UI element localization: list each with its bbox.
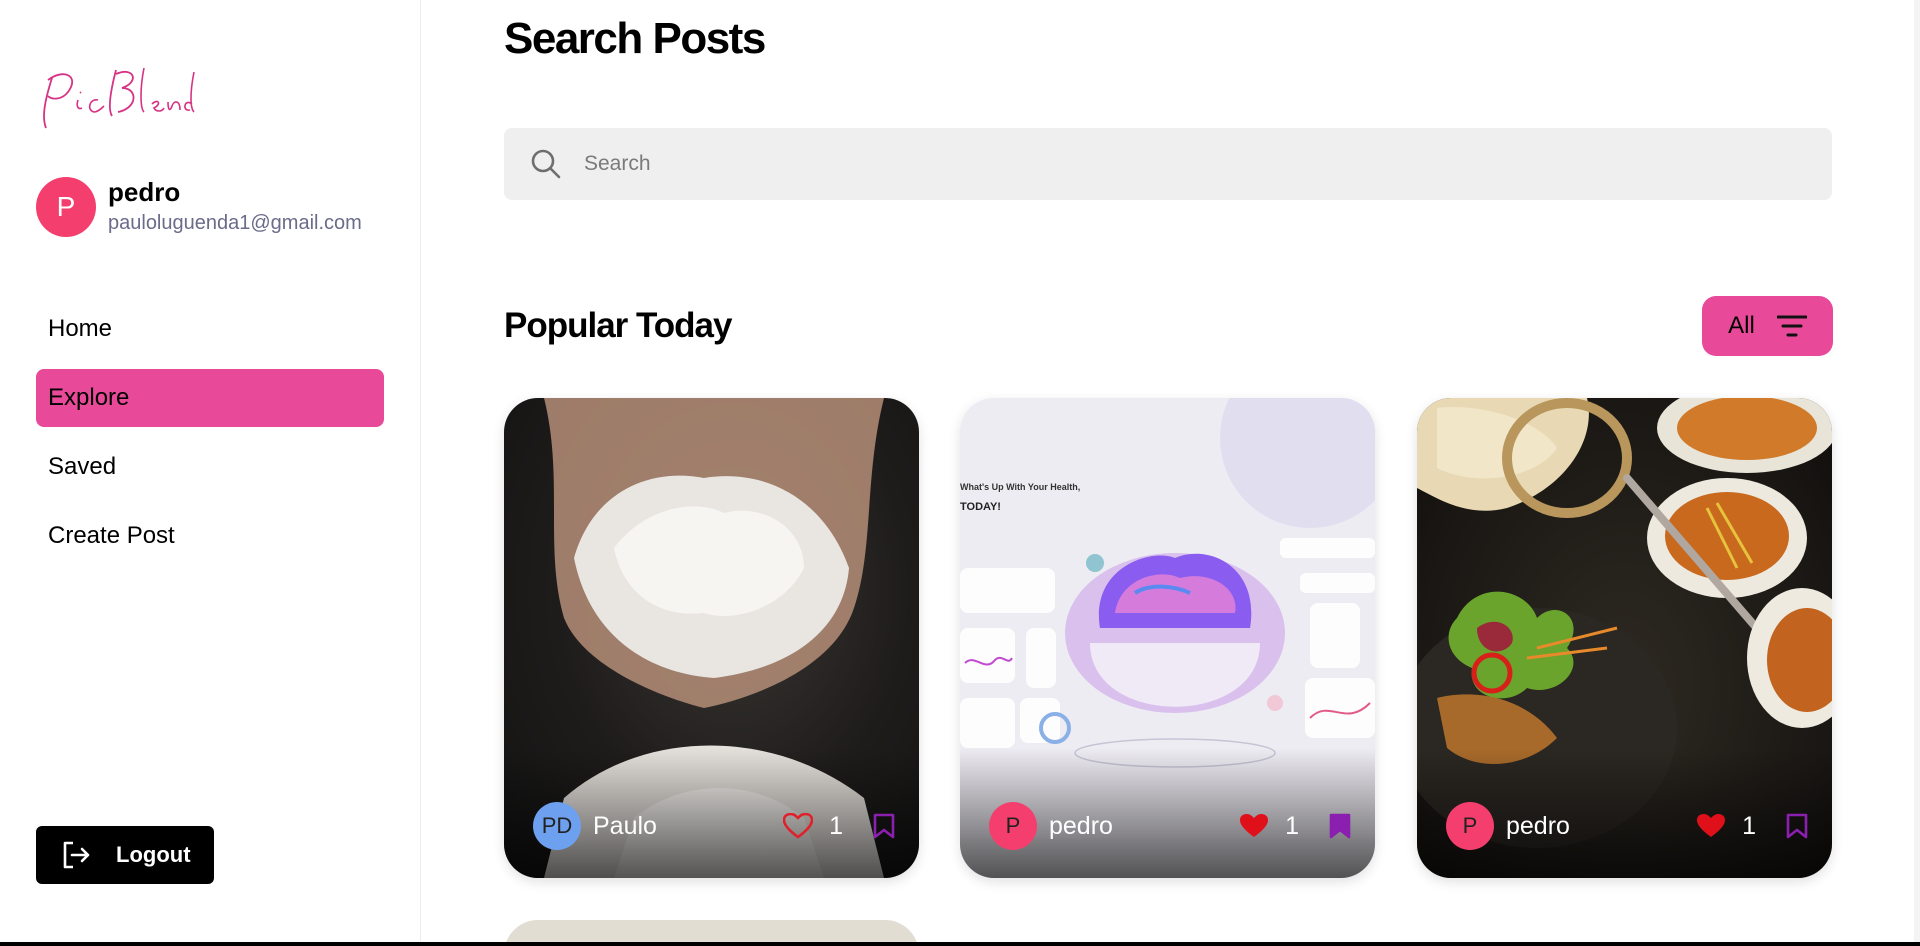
author-avatar[interactable]: PD [533,802,581,850]
search-icon [531,149,561,179]
user-email: pauloluguenda1@gmail.com [108,212,362,234]
logout-icon [63,841,90,869]
author-name[interactable]: pedro [1049,812,1239,841]
user-name: pedro [108,177,181,207]
search-bar[interactable] [504,128,1832,200]
section-title: Popular Today [504,306,732,345]
sidebar-item-home[interactable]: Home [36,300,384,358]
author-avatar[interactable]: P [1446,802,1494,850]
like-count: 1 [1742,811,1756,840]
logout-button[interactable]: Logout [36,826,214,884]
sidebar: P pedro pauloluguenda1@gmail.com Home Ex… [0,0,421,946]
window-bottom-edge [0,942,1920,946]
svg-text:What's Up With Your Health,: What's Up With Your Health, [960,482,1080,492]
like-count: 1 [829,811,843,840]
heart-filled-icon[interactable] [1239,813,1269,839]
author-avatar[interactable]: P [989,802,1037,850]
profile-info: pedro pauloluguenda1@gmail.com [108,177,362,237]
bookmark-outline-icon[interactable] [873,813,895,839]
heart-filled-icon[interactable] [1696,813,1726,839]
post-card[interactable]: P pedro 1 [1417,398,1832,878]
svg-text:TODAY!: TODAY! [960,501,1001,513]
page-title: Search Posts [504,14,766,63]
post-card[interactable]: What's Up With Your Health, TODAY! P ped… [960,398,1375,878]
logout-label: Logout [116,842,191,867]
heart-outline-icon[interactable] [783,813,814,839]
search-input[interactable] [584,152,1784,176]
author-name[interactable]: pedro [1506,812,1696,841]
filter-label: All [1728,312,1755,339]
filter-icon [1776,315,1807,337]
sidebar-item-create-post[interactable]: Create Post [36,507,384,565]
sidebar-item-explore[interactable]: Explore [36,369,384,427]
bookmark-outline-icon[interactable] [1786,813,1808,839]
author-name[interactable]: Paulo [593,812,783,841]
sidebar-item-saved[interactable]: Saved [36,438,384,496]
sidebar-nav: Home Explore Saved Create Post [36,300,384,576]
post-footer: P pedro 1 [989,802,1351,850]
post-footer: PD Paulo 1 [533,802,895,850]
like-group: 1 [1239,812,1329,841]
avatar: P [36,177,96,237]
app-logo[interactable] [34,48,204,138]
user-profile[interactable]: P pedro pauloluguenda1@gmail.com [36,177,362,237]
filter-button[interactable]: All [1702,296,1833,356]
bookmark-filled-icon[interactable] [1329,813,1351,839]
post-footer: P pedro 1 [1446,802,1808,850]
main-content: Search Posts Popular Today All [421,0,1920,946]
app: P pedro pauloluguenda1@gmail.com Home Ex… [0,0,1920,946]
like-group: 1 [783,812,873,841]
like-group: 1 [1696,812,1786,841]
like-count: 1 [1285,811,1299,840]
scrollbar[interactable] [1914,0,1920,946]
post-card[interactable]: PD Paulo 1 [504,398,919,878]
